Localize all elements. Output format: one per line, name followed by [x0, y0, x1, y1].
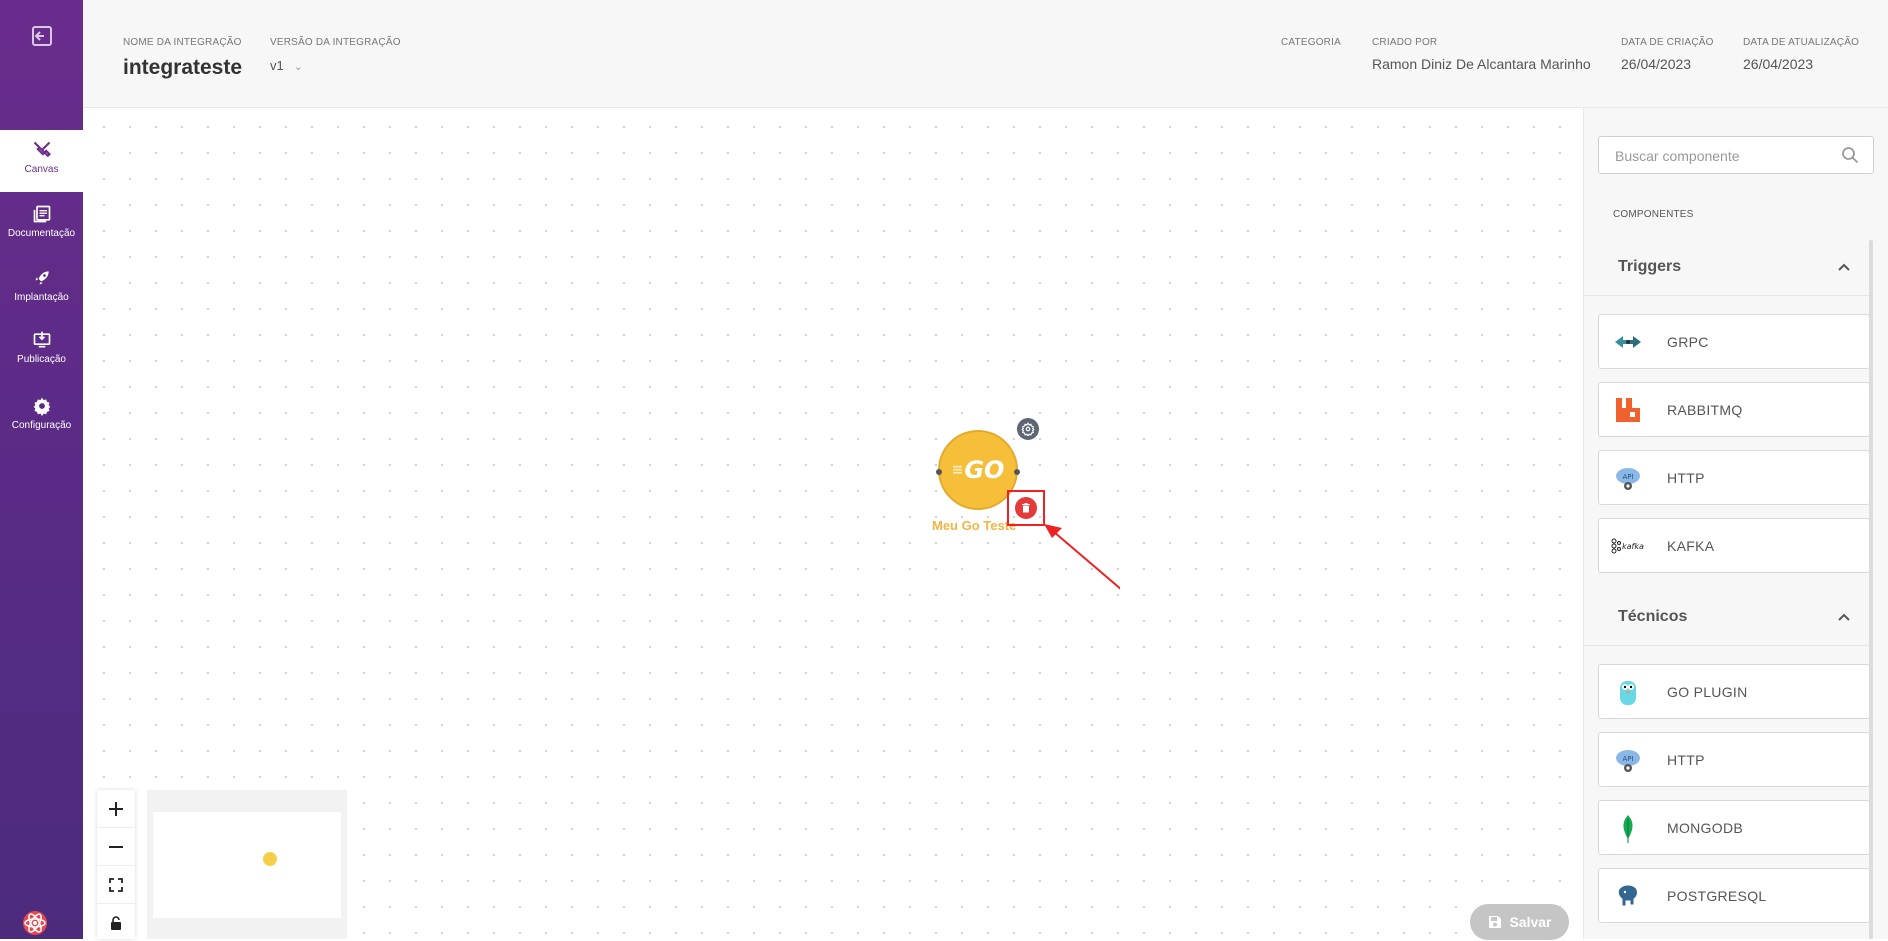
components-section-label: COMPONENTES	[1613, 209, 1694, 220]
zoom-in-button[interactable]	[97, 790, 135, 828]
gear-icon	[33, 397, 50, 416]
component-label: HTTP	[1667, 470, 1705, 486]
grpc-icon	[1613, 327, 1643, 357]
components-panel: COMPONENTES Triggers GRPC RABBITMQ API H…	[1583, 108, 1888, 939]
sidebar-item-publicacao[interactable]: Publicação	[0, 320, 83, 382]
save-button[interactable]: Salvar	[1470, 904, 1569, 940]
save-icon	[1489, 916, 1502, 928]
component-label: MONGODB	[1667, 820, 1743, 836]
created-date-label: DATA DE CRIAÇÃO	[1621, 37, 1714, 48]
component-card-rabbitmq[interactable]: RABBITMQ	[1598, 382, 1870, 437]
go-node[interactable]: ≡ GO	[936, 430, 1020, 510]
search-box	[1598, 136, 1874, 175]
node-label: Meu Go Teste	[932, 518, 1017, 533]
fit-view-button[interactable]	[97, 866, 135, 904]
created-by-label: CRIADO POR	[1372, 37, 1438, 48]
group-title: Triggers	[1618, 257, 1682, 275]
rabbitmq-icon	[1613, 395, 1643, 425]
lock-icon	[111, 915, 121, 930]
svg-text:kafka: kafka	[1622, 542, 1644, 551]
minus-icon	[109, 845, 123, 848]
gopher-icon	[1613, 677, 1643, 707]
rocket-icon	[34, 271, 49, 285]
created-date-value: 26/04/2023	[1621, 56, 1692, 72]
version-value: v1	[270, 58, 284, 73]
zoom-out-button[interactable]	[97, 828, 135, 866]
sidebar-item-canvas[interactable]: Canvas	[0, 130, 83, 192]
version-label: VERSÃO DA INTEGRAÇÃO	[270, 37, 401, 48]
component-card-go-plugin[interactable]: GO PLUGIN	[1598, 664, 1870, 719]
minimap-node	[263, 852, 277, 866]
mongodb-leaf-icon	[1613, 813, 1643, 843]
sidebar-item-label: Implantação	[14, 292, 69, 303]
svg-text:API: API	[1622, 755, 1633, 763]
updated-date-label: DATA DE ATUALIZAÇÃO	[1743, 37, 1860, 48]
sidebar: Canvas Documentação Implantação Publicaç…	[0, 0, 83, 939]
document-icon	[33, 205, 50, 223]
save-label: Salvar	[1509, 914, 1552, 930]
svg-text:API: API	[1622, 473, 1633, 481]
component-label: GRPC	[1667, 334, 1709, 350]
sidebar-item-implantacao[interactable]: Implantação	[0, 258, 83, 320]
zoom-controls	[97, 790, 135, 939]
chevron-up-icon	[1838, 263, 1850, 271]
sidebar-item-label: Canvas	[24, 164, 59, 175]
exit-icon[interactable]	[30, 24, 54, 48]
search-icon[interactable]	[1841, 146, 1859, 164]
sidebar-item-documentacao[interactable]: Documentação	[0, 194, 83, 256]
publish-icon	[33, 331, 50, 348]
search-input[interactable]	[1599, 137, 1847, 175]
go-logo: ≡ GO	[951, 456, 1005, 484]
node-settings-button[interactable]	[1017, 418, 1039, 440]
app-logo	[20, 906, 50, 936]
panel-scrollbar[interactable]	[1869, 240, 1873, 939]
component-card-kafka[interactable]: kafka KAFKA	[1598, 518, 1870, 573]
minimap[interactable]	[147, 790, 347, 939]
component-label: GO PLUGIN	[1667, 684, 1748, 700]
annotation-arrow-icon	[1044, 524, 1120, 590]
group-title: Técnicos	[1618, 607, 1688, 625]
group-header-triggers[interactable]: Triggers	[1584, 238, 1869, 296]
component-card-http[interactable]: API HTTP	[1598, 732, 1870, 787]
component-label: POSTGRESQL	[1667, 888, 1767, 904]
version-select[interactable]: v1 ⌄	[270, 58, 303, 73]
category-label: CATEGORIA	[1281, 37, 1341, 48]
node-output-handle[interactable]	[1014, 469, 1020, 475]
updated-date-value: 26/04/2023	[1743, 56, 1814, 72]
sidebar-item-configuracao[interactable]: Configuração	[0, 386, 83, 448]
trash-icon	[1022, 503, 1030, 513]
integration-header: NOME DA INTEGRAÇÃO integrateste VERSÃO D…	[83, 0, 1888, 108]
tools-icon	[33, 141, 51, 158]
group-header-tecnicos[interactable]: Técnicos	[1584, 588, 1869, 646]
component-card-grpc[interactable]: GRPC	[1598, 314, 1870, 369]
api-cloud-icon: API	[1613, 463, 1643, 493]
api-cloud-icon: API	[1613, 745, 1643, 775]
postgresql-elephant-icon	[1613, 881, 1643, 911]
lock-button[interactable]	[97, 904, 135, 941]
integration-name-label: NOME DA INTEGRAÇÃO	[123, 37, 242, 48]
node-input-handle[interactable]	[936, 469, 942, 475]
plus-icon	[109, 801, 123, 816]
component-label: KAFKA	[1667, 538, 1715, 554]
chevron-up-icon	[1838, 613, 1850, 621]
fit-view-icon	[109, 877, 123, 892]
component-label: HTTP	[1667, 752, 1705, 768]
kafka-icon: kafka	[1611, 531, 1651, 561]
component-label: RABBITMQ	[1667, 402, 1743, 418]
component-card-http[interactable]: API HTTP	[1598, 450, 1870, 505]
created-by-value: Ramon Diniz De Alcantara Marinho	[1372, 56, 1591, 72]
component-card-postgresql[interactable]: POSTGRESQL	[1598, 868, 1870, 923]
node-delete-button[interactable]	[1015, 497, 1037, 519]
component-card-mongodb[interactable]: MONGODB	[1598, 800, 1870, 855]
integration-name: integrateste	[123, 56, 243, 79]
minimap-viewport	[153, 812, 341, 918]
chevron-down-icon: ⌄	[293, 61, 303, 73]
sidebar-item-label: Configuração	[11, 420, 72, 431]
sidebar-item-label: Documentação	[7, 228, 76, 239]
sidebar-item-label: Publicação	[17, 354, 66, 365]
gear-icon	[1021, 422, 1035, 436]
